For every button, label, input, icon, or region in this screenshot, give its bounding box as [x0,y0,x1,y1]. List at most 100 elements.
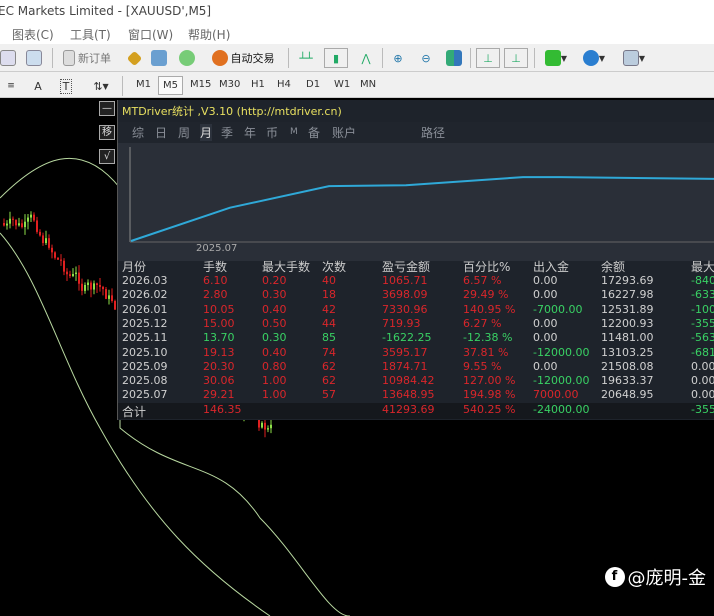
table-cell: -12000.00 [533,374,590,388]
signals-button[interactable] [178,48,196,68]
tab-1[interactable]: 日 [155,124,167,141]
chart-shift-button[interactable]: ⊥ [504,48,528,68]
zoom-in-icon: ⊕ [393,51,403,65]
timeframe-m5[interactable]: M5 [158,76,183,95]
column-header: 月份 [122,260,147,274]
clock-icon [582,50,599,66]
tab-8[interactable]: 备 [308,124,320,141]
equity-line [130,176,714,242]
table-row[interactable]: 2025.09 20.30 0.80 62 1874.71 9.55 % 0.00 21508… [118,360,714,375]
table-row[interactable]: 2025.07 29.21 1.00 57 13648.95 194.98 % 7000.0… [118,388,714,403]
timeframe-m30[interactable]: M30 [215,76,244,95]
chart-window-button[interactable] [0,48,16,68]
market-watch-button[interactable] [125,48,143,68]
timeframe-d1[interactable]: D1 [302,76,324,95]
auto-trading-button[interactable]: 自动交易 [206,48,280,68]
text-label-label: T [59,78,73,94]
table-cell: 20648.95 [601,388,654,402]
table-row[interactable]: 2026.02 2.80 0.30 18 3698.09 29.49 % 0.00 16227… [118,288,714,303]
tile-windows-button[interactable] [444,48,464,68]
table-row[interactable]: 2026.03 6.10 0.20 40 1065.71 6.57 % 0.00 17293.… [118,274,714,289]
autoscroll-icon: ⊥ [483,51,493,65]
table-cell: 42 [322,302,336,316]
candle [9,218,11,224]
panel-tabs: 综日周月季年币 M 备账户 路径 [118,122,714,143]
table-cell: 2025.11 [122,331,168,345]
timeframe-w1[interactable]: W1 [330,76,354,95]
text-button[interactable]: A [30,76,46,96]
candle [33,214,35,221]
candle [111,295,113,301]
arrows-button[interactable]: ⇅ ▼ [86,76,116,96]
table-cell: 0.40 [262,345,287,359]
fibo-button[interactable]: ≡ [4,76,18,96]
table-row[interactable]: 2025.11 13.70 0.30 85 -1622.25 -12.38 % 0.00 11… [118,331,714,346]
candle [45,238,47,244]
menu-tools[interactable]: 工具(T) [70,26,111,43]
timeframe-m1[interactable]: M1 [132,76,155,95]
move-panel-button[interactable]: 移 [99,125,115,140]
tab-0[interactable]: 综 [132,124,144,141]
table-row[interactable]: 2025.10 19.13 0.40 74 3595.17 37.81 % -12000.0… [118,346,714,361]
zoom-out-button[interactable]: ⊖ [416,48,436,68]
text-label-button[interactable]: T [58,76,74,96]
data-icon [151,50,167,66]
data-window-button[interactable] [150,48,168,68]
candle [63,260,65,272]
bar-chart-button[interactable]: ┴┴ [296,48,316,68]
candle [69,274,71,277]
tab-10[interactable]: 路径 [421,124,445,141]
tab-4[interactable]: 季 [221,124,233,141]
candle [30,214,32,218]
table-cell: 2025.10 [122,345,168,359]
candle [93,283,95,290]
tab-7[interactable]: M [290,127,298,137]
dropdown-arrow-icon: ▼ [102,81,109,91]
candle-icon: ▮ [332,51,340,65]
minimize-panel-button[interactable]: — [99,101,115,116]
periods-button[interactable]: ▼ [578,48,610,68]
timeframe-mn[interactable]: MN [356,76,380,95]
zoom-in-button[interactable]: ⊕ [388,48,408,68]
tab-5[interactable]: 年 [244,124,256,141]
table-cell: 57 [322,388,336,402]
tab-2[interactable]: 周 [178,124,190,141]
table-cell: 12531.89 [601,302,654,316]
table-row[interactable]: 2025.08 30.06 1.00 62 10984.42 127.00 % -12000… [118,374,714,389]
table-row[interactable]: 2025.12 15.00 0.50 44 719.93 6.27 % 0.00 12200.… [118,317,714,332]
timeframe-h4[interactable]: H4 [273,76,295,95]
table-cell: 10.05 [203,302,235,316]
table-cell: 13648.95 [382,388,435,402]
candle-chart-button[interactable]: ▮ [324,48,348,68]
navigator-button[interactable] [24,48,44,68]
timeframe-h1[interactable]: H1 [247,76,269,95]
menu-window[interactable]: 窗口(W) [128,26,173,43]
confirm-button[interactable]: √ [99,149,115,164]
table-cell: 0.00 [533,274,558,287]
line-chart-button[interactable]: ⋀ [356,48,376,68]
new-order-button[interactable]: 新订单 [58,48,116,68]
table-cell: -100 [691,302,714,316]
candle [39,231,41,236]
table-cell: 19.13 [203,345,235,359]
tab-3[interactable]: 月 [200,124,213,141]
table-row[interactable]: 2026.01 10.05 0.40 42 7330.96 140.95 % -7000.0… [118,303,714,318]
tab-6[interactable]: 币 [266,124,278,141]
column-header: 最大 [691,260,714,274]
table-cell: 2025.12 [122,316,168,330]
table-cell: 9.55 % [463,359,502,373]
indicators-button[interactable]: ▼ [540,48,572,68]
tab-9[interactable]: 账户 [332,124,356,141]
table-cell: 44 [322,316,336,330]
candle [36,220,38,232]
menu-help[interactable]: 帮助(H) [188,26,230,43]
gold-icon [126,50,142,66]
templates-button[interactable]: ▼ [618,48,650,68]
menu-chart[interactable]: 图表(C) [12,26,54,43]
table-cell: 194.98 % [463,388,516,402]
table-cell: 37.81 % [463,345,509,359]
autoscroll-button[interactable]: ⊥ [476,48,500,68]
timeframe-m15[interactable]: M15 [186,76,215,95]
table-cell: 1.00 [262,388,287,402]
candle [96,283,98,286]
